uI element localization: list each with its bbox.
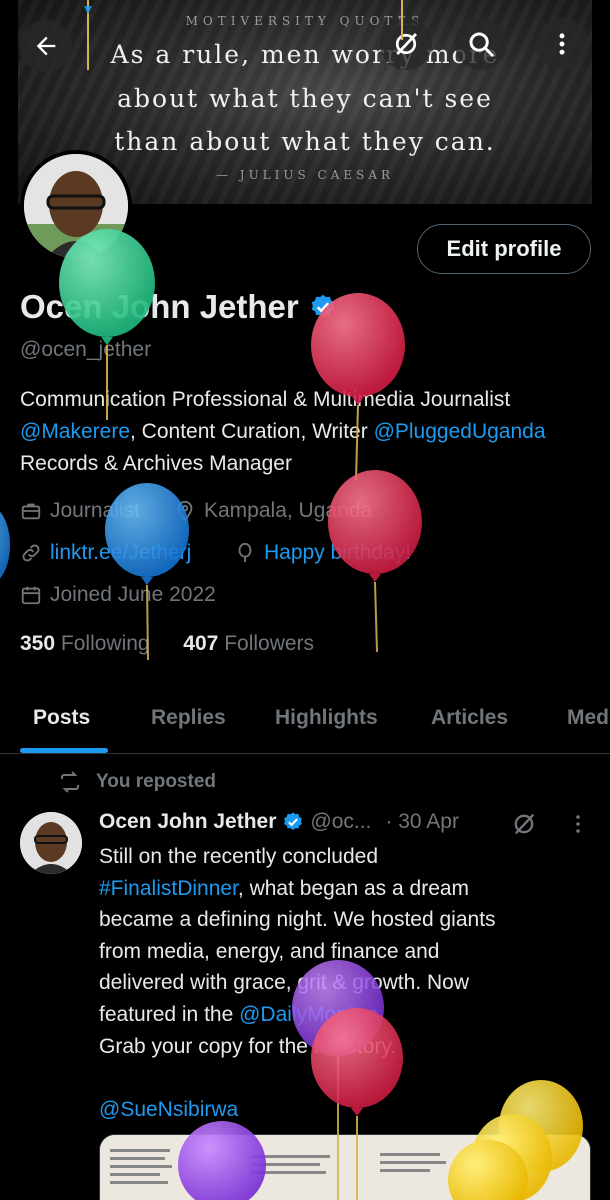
birthday-text[interactable]: Happy birthday!	[264, 541, 411, 565]
search-icon	[469, 32, 494, 57]
tab-media[interactable]: Med	[567, 706, 609, 730]
briefcase-icon	[21, 503, 41, 520]
post-line-2-text: , what began as a dream	[237, 876, 470, 900]
banner-brand: MOTIVERSITY QUOTES	[185, 14, 425, 28]
bio-text-1: Communication Professional & Multimedia …	[20, 388, 511, 411]
repost-icon	[61, 771, 79, 793]
tab-highlights[interactable]: Highlights	[275, 706, 378, 730]
joined-row: Joined June 2022	[20, 583, 216, 607]
post-grok-button[interactable]	[510, 810, 538, 843]
profile-tabs: Posts Replies Highlights Articles Med	[0, 690, 610, 754]
profile-avatar[interactable]	[20, 150, 132, 262]
bio-mention-pluggeduganda[interactable]: @PluggedUganda	[374, 420, 546, 443]
calendar-icon	[21, 586, 41, 605]
active-tab-indicator	[20, 748, 108, 753]
following-link[interactable]: 350 Following	[20, 632, 150, 655]
tab-replies[interactable]: Replies	[151, 706, 226, 730]
joined-text: Joined June 2022	[50, 583, 216, 606]
location-pin-icon	[177, 500, 193, 522]
post-image[interactable]	[99, 1134, 591, 1200]
post-mention-suensibirwa[interactable]: @SueNsibirwa	[99, 1094, 579, 1126]
post-hashtag[interactable]: #FinalistDinner	[99, 877, 238, 900]
post-author-name[interactable]: Ocen John Jether	[99, 810, 276, 834]
more-vertical-icon	[559, 33, 565, 55]
arrow-left-icon	[36, 36, 56, 56]
repost-indicator: You reposted	[58, 770, 216, 794]
post-body: Still on the recently concluded #Finalis…	[99, 841, 579, 1125]
newspaper-photo	[100, 1135, 590, 1200]
profile-handle: @ocen_jether	[20, 338, 152, 361]
post-line-7: Grab your copy for the full story.	[99, 1034, 397, 1058]
more-button[interactable]	[536, 18, 588, 70]
bio-text-3: Records & Archives Manager	[20, 452, 292, 475]
post-line-spacer	[99, 1062, 579, 1094]
profile-name: Ocen John Jether	[20, 288, 299, 325]
tab-posts[interactable]: Posts	[33, 706, 90, 730]
banner-quote-line-2: about what they can't see	[117, 84, 493, 113]
verified-badge-icon	[284, 812, 303, 830]
grok-icon	[395, 33, 418, 55]
location-text: Kampala, Uganda	[204, 499, 373, 522]
edit-profile-button[interactable]: Edit profile	[417, 224, 591, 274]
link-icon	[22, 544, 40, 562]
post-author-avatar[interactable]	[20, 812, 82, 874]
website-row[interactable]: linktr.ee/Jetherj	[20, 541, 191, 565]
post-line-3: became a defining night. We hosted giant…	[99, 908, 496, 932]
profile-name-row: Ocen John Jether	[20, 288, 337, 326]
following-label: Following	[60, 632, 150, 655]
profile-bio: Communication Professional & Multimedia …	[20, 384, 590, 480]
repost-label: You reposted	[96, 771, 216, 792]
website-link[interactable]: linktr.ee/Jetherj	[50, 541, 191, 565]
birthday-row: Happy birthday!	[234, 541, 411, 565]
grok-button[interactable]	[380, 18, 432, 70]
bio-mention-makerere[interactable]: @Makerere	[20, 420, 130, 443]
tab-articles[interactable]: Articles	[431, 706, 508, 730]
post-mention-dailymonitor[interactable]: @DailyMonitor	[239, 1003, 377, 1026]
more-vertical-icon	[576, 815, 580, 833]
followers-count: 407	[183, 632, 219, 655]
follow-counts: 350 Following 407 Followers	[20, 632, 314, 656]
avatar-photo	[24, 154, 128, 258]
back-button[interactable]	[20, 20, 72, 72]
post-line-4: from media, energy, and finance and	[99, 939, 440, 963]
post-line-6-text: featured in the	[99, 1002, 240, 1026]
profession-row: Journalist	[20, 499, 140, 523]
followers-link[interactable]: 407 Followers	[183, 632, 314, 655]
post-line-6: featured in the @DailyMonitor	[99, 999, 579, 1031]
banner-quote-line-3: than about what they can.	[114, 127, 496, 156]
post-header: Ocen John Jether @oc... · 30 Apr	[99, 810, 459, 834]
post-time[interactable]: · 30 Apr	[385, 810, 459, 834]
followers-label: Followers	[224, 632, 315, 655]
grok-icon	[514, 813, 535, 835]
post-line-5: delivered with grace, grit & growth. Now	[99, 971, 469, 995]
following-count: 350	[20, 632, 56, 655]
verified-badge-icon[interactable]	[309, 293, 337, 321]
post-more-button[interactable]	[566, 812, 590, 841]
post-line-2: #FinalistDinner, what began as a dream	[99, 873, 579, 905]
post-author-handle[interactable]: @oc...	[310, 810, 371, 834]
search-button[interactable]	[455, 18, 507, 70]
profession-text: Journalist	[50, 499, 140, 522]
post-line-1: Still on the recently concluded	[99, 845, 378, 868]
bio-text-2: , Content Curation, Writer	[130, 420, 374, 443]
location-row: Kampala, Uganda	[174, 499, 372, 523]
post-avatar-photo	[20, 812, 82, 874]
balloon-icon	[238, 542, 252, 563]
